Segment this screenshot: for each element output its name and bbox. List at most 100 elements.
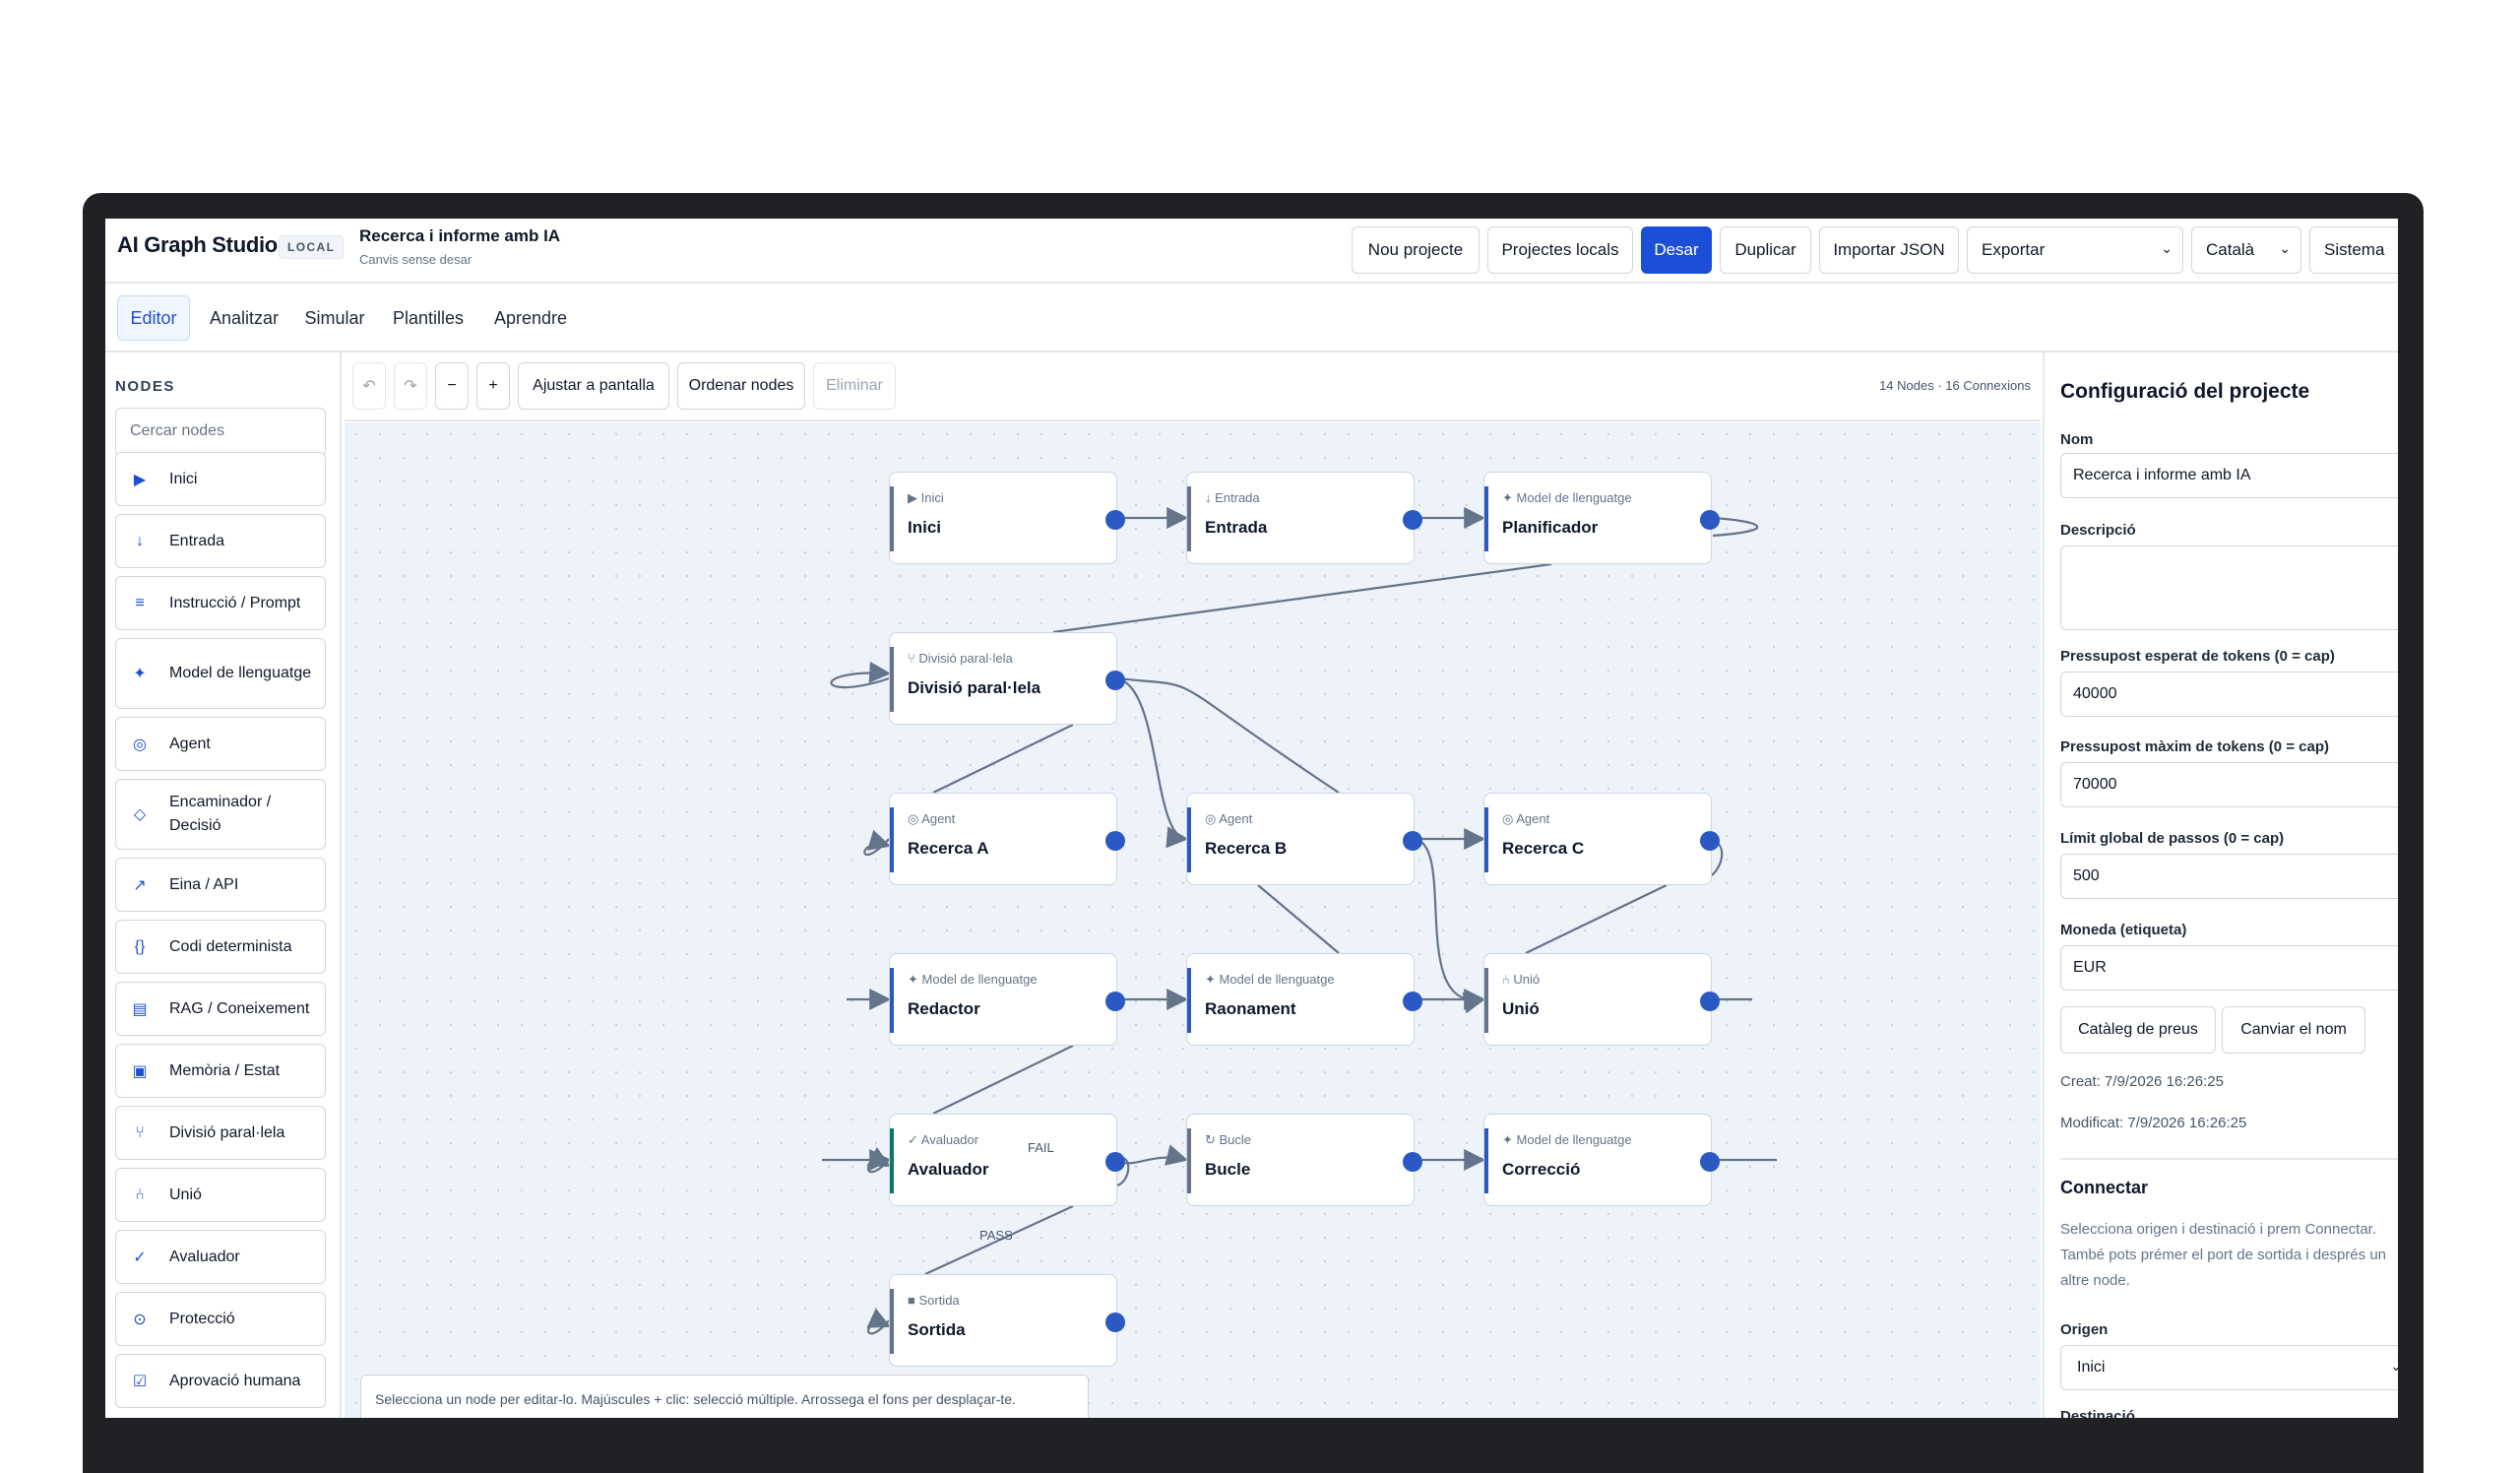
connect-title: Connectar	[2060, 1178, 2149, 1197]
palette-item[interactable]: ▶ Inici	[115, 452, 326, 506]
tab-analitzar[interactable]: Analitzar	[200, 295, 288, 341]
export-select[interactable]: Exportar ⌄	[1967, 226, 2183, 274]
output-port[interactable]	[1105, 510, 1125, 530]
language-select[interactable]: Català ⌄	[2191, 226, 2301, 274]
output-port[interactable]	[1105, 671, 1125, 690]
node-type-icon: {}	[134, 937, 146, 955]
graph-node[interactable]: ◎ Agent Recerca C	[1483, 793, 1720, 885]
redo-button[interactable]: ↷	[394, 362, 427, 410]
zoom-out-button[interactable]: −	[435, 362, 469, 410]
description-textarea[interactable]	[2060, 545, 2398, 630]
graph-node[interactable]: ◎ Agent Recerca A	[889, 793, 1125, 885]
palette-item[interactable]: ↗ Eina / API	[115, 858, 326, 912]
palette-item[interactable]: {} Codi determinista	[115, 920, 326, 974]
palette-item-label: Agent	[169, 735, 211, 752]
graph-node[interactable]: ⑃ Unió Unió	[1483, 953, 1720, 1046]
node-accent-bar	[890, 1128, 894, 1193]
graph-edge[interactable]	[1257, 884, 1340, 954]
output-port[interactable]	[1403, 831, 1422, 851]
output-port[interactable]	[1403, 510, 1422, 530]
project-name-input[interactable]: Recerca i informe amb IA	[2060, 453, 2398, 498]
tab-editor[interactable]: Editor	[117, 295, 190, 341]
node-name: Recerca A	[908, 839, 989, 858]
output-port[interactable]	[1105, 1152, 1125, 1172]
output-port[interactable]	[1700, 510, 1720, 530]
origin-select-value: Inici	[2077, 1359, 2106, 1376]
output-port[interactable]	[1105, 831, 1125, 851]
output-port[interactable]	[1700, 992, 1720, 1011]
import-json-button[interactable]: Importar JSON	[1819, 226, 1959, 274]
output-port[interactable]	[1700, 831, 1720, 851]
palette-item[interactable]: ▣ Memòria / Estat	[115, 1044, 326, 1098]
new-project-button[interactable]: Nou projecte	[1352, 226, 1480, 274]
node-accent-bar	[1187, 486, 1191, 551]
theme-select[interactable]: Sistema ⌄	[2309, 226, 2398, 274]
palette-item[interactable]: ▤ RAG / Coneixement	[115, 982, 326, 1036]
palette-item[interactable]: ⑃ Unió	[115, 1168, 326, 1222]
palette-item[interactable]: ⑂ Divisió paral·lela	[115, 1106, 326, 1160]
graph-node[interactable]: ✓ Avaluador Avaluador	[889, 1114, 1125, 1206]
duplicate-button[interactable]: Duplicar	[1720, 226, 1811, 274]
rename-button[interactable]: Canviar el nom	[2222, 1006, 2365, 1054]
origin-select[interactable]: Inici ⌄	[2060, 1345, 2398, 1390]
palette-item[interactable]: ☑ Aprovació humana	[115, 1354, 326, 1408]
graph-edge[interactable]	[1052, 562, 1552, 634]
palette-item[interactable]: ◎ Agent	[115, 717, 326, 771]
node-accent-bar	[1187, 807, 1191, 872]
tab-aprendre[interactable]: Aprendre	[483, 295, 578, 341]
graph-node[interactable]: ✦ Model de llenguatge Redactor	[889, 953, 1125, 1046]
graph-edge[interactable]	[1414, 837, 1486, 1014]
zoom-in-button[interactable]: +	[476, 362, 510, 410]
budget-max-input[interactable]: 70000	[2060, 762, 2398, 807]
graph-node[interactable]: ⑂ Divisió paral·lela Divisió paral·lela	[889, 632, 1125, 725]
node-search-input[interactable]: Cercar nodes	[115, 408, 326, 457]
currency-input[interactable]: EUR	[2060, 945, 2398, 991]
graph-node[interactable]: ✦ Model de llenguatge Raonament	[1186, 953, 1422, 1046]
arrange-nodes-button[interactable]: Ordenar nodes	[677, 362, 805, 410]
output-port[interactable]	[1403, 1152, 1422, 1172]
graph-edge[interactable]	[932, 1045, 1074, 1115]
tab-simular[interactable]: Simular	[296, 295, 373, 341]
graph-edge[interactable]	[863, 829, 892, 857]
graph-node[interactable]: ✦ Model de llenguatge Planificador	[1483, 472, 1720, 564]
undo-button[interactable]: ↶	[352, 362, 386, 410]
theme-select-value: Sistema	[2324, 240, 2385, 259]
graph-node[interactable]: ■ Sortida Sortida	[889, 1274, 1125, 1367]
palette-item[interactable]: ✓ Avaluador	[115, 1230, 326, 1284]
tab-plantilles[interactable]: Plantilles	[381, 295, 475, 341]
node-accent-bar	[890, 486, 894, 551]
graph-node[interactable]: ▶ Inici Inici	[889, 472, 1125, 564]
graph-node[interactable]: ✦ Model de llenguatge Correcció	[1483, 1114, 1720, 1206]
output-port[interactable]	[1105, 992, 1125, 1011]
graph-node[interactable]: ◎ Agent Recerca B	[1186, 793, 1422, 885]
steps-limit-input[interactable]: 500	[2060, 854, 2398, 899]
delete-button[interactable]: Eliminar	[813, 362, 896, 410]
budget-expected-input[interactable]: 40000	[2060, 672, 2398, 717]
output-port[interactable]	[1403, 992, 1422, 1011]
graph-edge[interactable]	[932, 724, 1074, 794]
output-port[interactable]	[1105, 1313, 1125, 1332]
local-projects-button[interactable]: Projectes locals	[1487, 226, 1633, 274]
graph-edge[interactable]	[1525, 884, 1668, 954]
palette-item-label: Model de llenguatge	[169, 665, 312, 681]
fit-screen-button[interactable]: Ajustar a pantalla	[518, 362, 669, 410]
palette-item[interactable]: ≡ Instrucció / Prompt	[115, 576, 326, 630]
palette-item[interactable]: ✦ Model de llenguatge	[115, 638, 326, 709]
app-window: AI Graph Studio LOCAL Recerca i informe …	[105, 219, 2398, 1418]
graph-node[interactable]: ↻ Bucle Bucle	[1186, 1114, 1422, 1206]
palette-item-label: Divisió paral·lela	[169, 1123, 285, 1141]
palette-item[interactable]: ↓ Entrada	[115, 514, 326, 568]
steps-limit-label: Límit global de passos (0 = cap)	[2060, 830, 2285, 847]
graph-edge[interactable]	[1116, 676, 1189, 849]
output-port[interactable]	[1700, 1152, 1720, 1172]
save-button[interactable]: Desar	[1641, 226, 1712, 274]
palette-item[interactable]: ◇ Encaminador / Decisió	[115, 779, 326, 850]
palette-item[interactable]: ⊙ Protecció	[115, 1292, 326, 1346]
graph-edge[interactable]	[830, 661, 892, 689]
graph-edge[interactable]	[866, 1146, 891, 1174]
pricing-catalog-button[interactable]: Catàleg de preus	[2060, 1006, 2216, 1054]
node-type-icon: ⑃	[135, 1185, 145, 1203]
graph-node[interactable]: ↓ Entrada Entrada	[1186, 472, 1422, 564]
graph-edge[interactable]	[866, 1308, 891, 1335]
graph-canvas[interactable]: ▶ Inici Inici ↓ Entrada Entrada ✦ Model de l…	[345, 422, 2041, 1418]
